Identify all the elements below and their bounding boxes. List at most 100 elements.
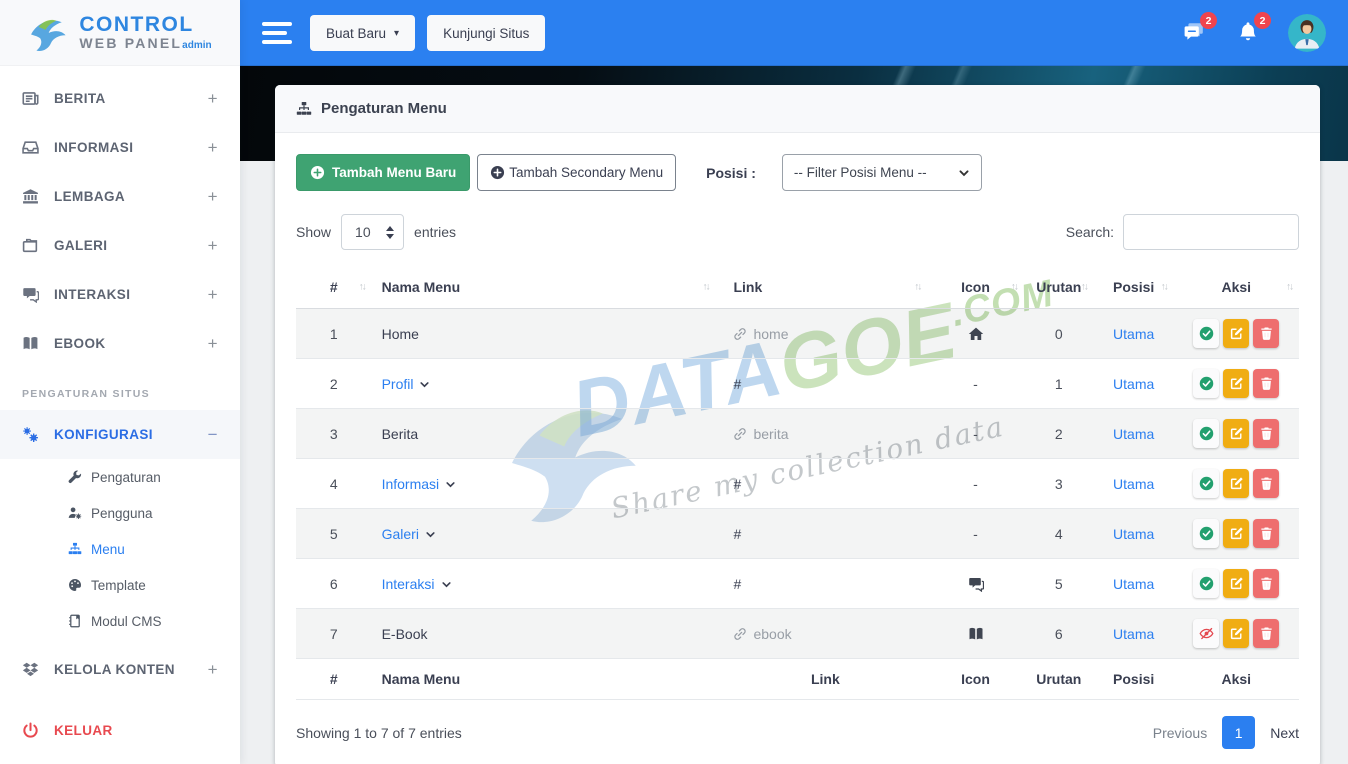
submenu-item-pengguna[interactable]: Pengguna	[0, 495, 240, 531]
menu-link: berita	[753, 426, 788, 442]
add-secondary-menu-button[interactable]: Tambah Secondary Menu	[477, 154, 676, 191]
sidebar-item-konfigurasi[interactable]: KONFIGURASI −	[0, 410, 240, 459]
posisi-link[interactable]: Utama	[1113, 576, 1154, 592]
add-menu-button[interactable]: Tambah Menu Baru	[296, 154, 470, 191]
edit-button[interactable]	[1223, 569, 1249, 598]
menu-link-cell: #	[715, 559, 927, 609]
posisi-link[interactable]: Utama	[1113, 376, 1154, 392]
edit-button[interactable]	[1223, 419, 1249, 448]
visit-site-button[interactable]: Kunjungi Situs	[427, 15, 545, 51]
sidebar-item-berita[interactable]: BERITA +	[0, 74, 240, 123]
messages-button[interactable]: 2	[1180, 20, 1208, 46]
messages-badge: 2	[1200, 12, 1217, 29]
delete-button[interactable]	[1253, 369, 1279, 398]
sort-icon: ↑↓	[914, 282, 920, 293]
expand-plus-icon: +	[208, 660, 218, 680]
caret-down-icon: ▾	[394, 28, 399, 39]
brand-logo[interactable]: CONTROL WEB PANELadmin	[0, 0, 240, 66]
entries-label: entries	[414, 224, 456, 240]
menu-name[interactable]: Galeri	[382, 526, 419, 542]
posisi-link[interactable]: Utama	[1113, 326, 1154, 342]
pagination: Previous 1 Next	[1153, 716, 1299, 749]
sidebar-item-ebook[interactable]: EBOOK +	[0, 319, 240, 368]
bank-icon	[22, 188, 39, 205]
previous-page-button[interactable]: Previous	[1153, 725, 1207, 741]
column-header-nama-menu[interactable]: Nama Menu↑↓	[372, 266, 716, 309]
sort-icon: ↑↓	[1161, 282, 1167, 293]
gears-icon	[22, 426, 39, 443]
row-actions	[1174, 459, 1299, 509]
delete-button[interactable]	[1253, 419, 1279, 448]
notifications-button[interactable]: 2	[1234, 20, 1262, 46]
edit-icon	[1229, 426, 1244, 441]
status-active-button[interactable]	[1193, 519, 1219, 548]
menu-name: Berita	[382, 426, 419, 442]
status-active-button[interactable]	[1193, 369, 1219, 398]
filter-posisi-select[interactable]: -- Filter Posisi Menu --	[782, 154, 982, 191]
delete-button[interactable]	[1253, 319, 1279, 348]
konfigurasi-submenu: Pengaturan Pengguna Menu Template Modul …	[0, 459, 240, 639]
search-input[interactable]	[1123, 214, 1299, 250]
status-active-button[interactable]	[1193, 419, 1219, 448]
sort-icon: ↑↓	[1011, 282, 1017, 293]
submenu-item-template[interactable]: Template	[0, 567, 240, 603]
posisi-link[interactable]: Utama	[1113, 626, 1154, 642]
menu-order: 5	[1024, 559, 1094, 609]
edit-button[interactable]	[1223, 319, 1249, 348]
sidebar-item-kelola-konten[interactable]: KELOLA KONTEN +	[0, 645, 240, 694]
posisi-link[interactable]: Utama	[1113, 526, 1154, 542]
expand-plus-icon: +	[208, 138, 218, 158]
folder-icon	[22, 237, 39, 254]
sidebar-item-label: LEMBAGA	[54, 189, 125, 204]
delete-button[interactable]	[1253, 519, 1279, 548]
status-active-button[interactable]	[1193, 469, 1219, 498]
edit-button[interactable]	[1223, 369, 1249, 398]
edit-button[interactable]	[1223, 519, 1249, 548]
sidebar-item-keluar[interactable]: KELUAR	[0, 706, 240, 755]
delete-button[interactable]	[1253, 569, 1279, 598]
brand-text: CONTROL WEB PANELadmin	[79, 14, 211, 52]
menu-link: #	[733, 526, 741, 542]
user-avatar[interactable]	[1288, 14, 1326, 52]
posisi-link[interactable]: Utama	[1113, 476, 1154, 492]
edit-button[interactable]	[1223, 469, 1249, 498]
delete-button[interactable]	[1253, 619, 1279, 648]
edit-button[interactable]	[1223, 619, 1249, 648]
app-window: CONTROL WEB PANELadmin BERITA + INFORMAS…	[0, 0, 1348, 764]
column-header-aksi[interactable]: Aksi↑↓	[1174, 266, 1299, 309]
status-hidden-button[interactable]	[1193, 619, 1219, 648]
create-new-button[interactable]: Buat Baru ▾	[310, 15, 415, 51]
menu-name[interactable]: Interaksi	[382, 576, 435, 592]
sidebar-item-galeri[interactable]: GALERI +	[0, 221, 240, 270]
column-header-posisi[interactable]: Posisi↑↓	[1094, 266, 1174, 309]
posisi-link[interactable]: Utama	[1113, 426, 1154, 442]
column-header-num[interactable]: #↑↓	[296, 266, 372, 309]
sidebar-item-lembaga[interactable]: LEMBAGA +	[0, 172, 240, 221]
column-header-icon[interactable]: Icon↑↓	[927, 266, 1024, 309]
column-header-link[interactable]: Link↑↓	[715, 266, 927, 309]
sidebar-item-interaksi[interactable]: INTERAKSI +	[0, 270, 240, 319]
page-1-button[interactable]: 1	[1222, 716, 1255, 749]
next-page-button[interactable]: Next	[1270, 725, 1299, 741]
column-header-urutan[interactable]: Urutan↑↓	[1024, 266, 1094, 309]
submenu-item-pengaturan[interactable]: Pengaturan	[0, 459, 240, 495]
menu-table: #↑↓ Nama Menu↑↓ Link↑↓ Icon↑↓ Urutan↑↓ P…	[296, 266, 1299, 700]
expand-plus-icon: +	[208, 236, 218, 256]
menu-order: 2	[1024, 409, 1094, 459]
table-row: 2Profil#-1Utama	[296, 359, 1299, 409]
delete-button[interactable]	[1253, 469, 1279, 498]
status-active-button[interactable]	[1193, 569, 1219, 598]
menu-name[interactable]: Profil	[382, 376, 414, 392]
status-active-button[interactable]	[1193, 319, 1219, 348]
page-length-select[interactable]: 10	[341, 214, 404, 250]
submenu-item-menu[interactable]: Menu	[0, 531, 240, 567]
footer-header-aksi: Aksi	[1174, 659, 1299, 700]
submenu-item-modul-cms[interactable]: Modul CMS	[0, 603, 240, 639]
menu-order: 1	[1024, 359, 1094, 409]
menu-name[interactable]: Informasi	[382, 476, 440, 492]
sidebar-item-informasi[interactable]: INFORMASI +	[0, 123, 240, 172]
menu-toggle-button[interactable]	[262, 22, 292, 44]
table-head: #↑↓ Nama Menu↑↓ Link↑↓ Icon↑↓ Urutan↑↓ P…	[296, 266, 1299, 309]
menu-icon-cell	[927, 559, 1024, 609]
menu-position-cell: Utama	[1094, 359, 1174, 409]
